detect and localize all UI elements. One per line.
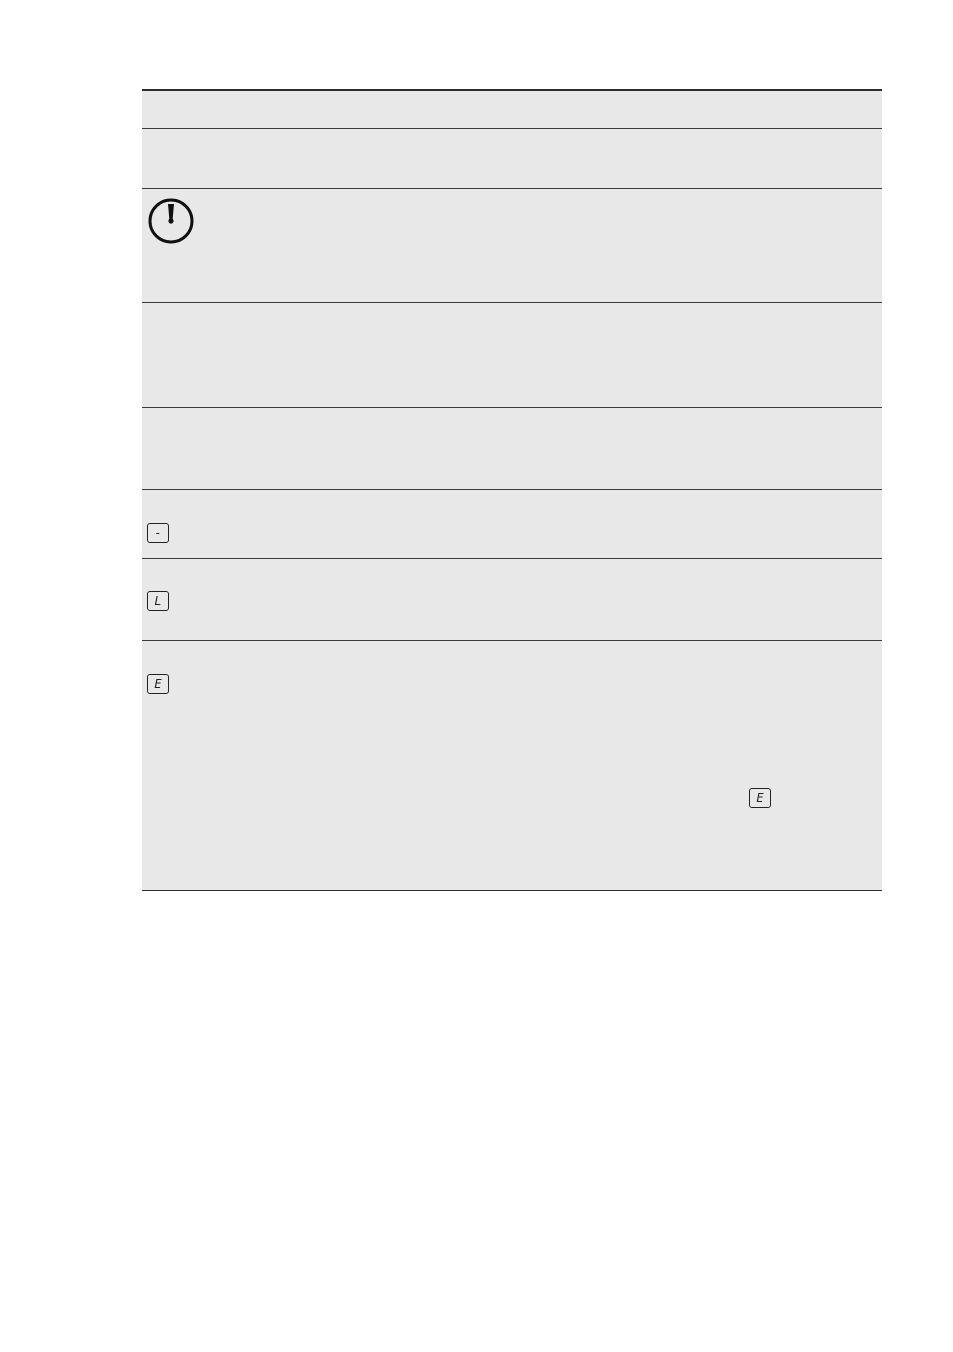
table-row: L [142, 559, 882, 641]
display-e-icon: E [147, 674, 169, 694]
timer-icon [147, 197, 195, 250]
display-dash-icon: - [147, 523, 169, 543]
table-row [142, 408, 882, 490]
table-row [142, 303, 882, 408]
table-row [142, 189, 882, 303]
display-l-icon: L [147, 591, 169, 611]
table-row [142, 129, 882, 189]
display-e-inline-icon: E [749, 788, 771, 808]
table-row: - [142, 490, 882, 559]
table-header-row [142, 91, 882, 129]
table-row: E E [142, 641, 882, 891]
troubleshooting-table: - L E E [142, 89, 882, 891]
